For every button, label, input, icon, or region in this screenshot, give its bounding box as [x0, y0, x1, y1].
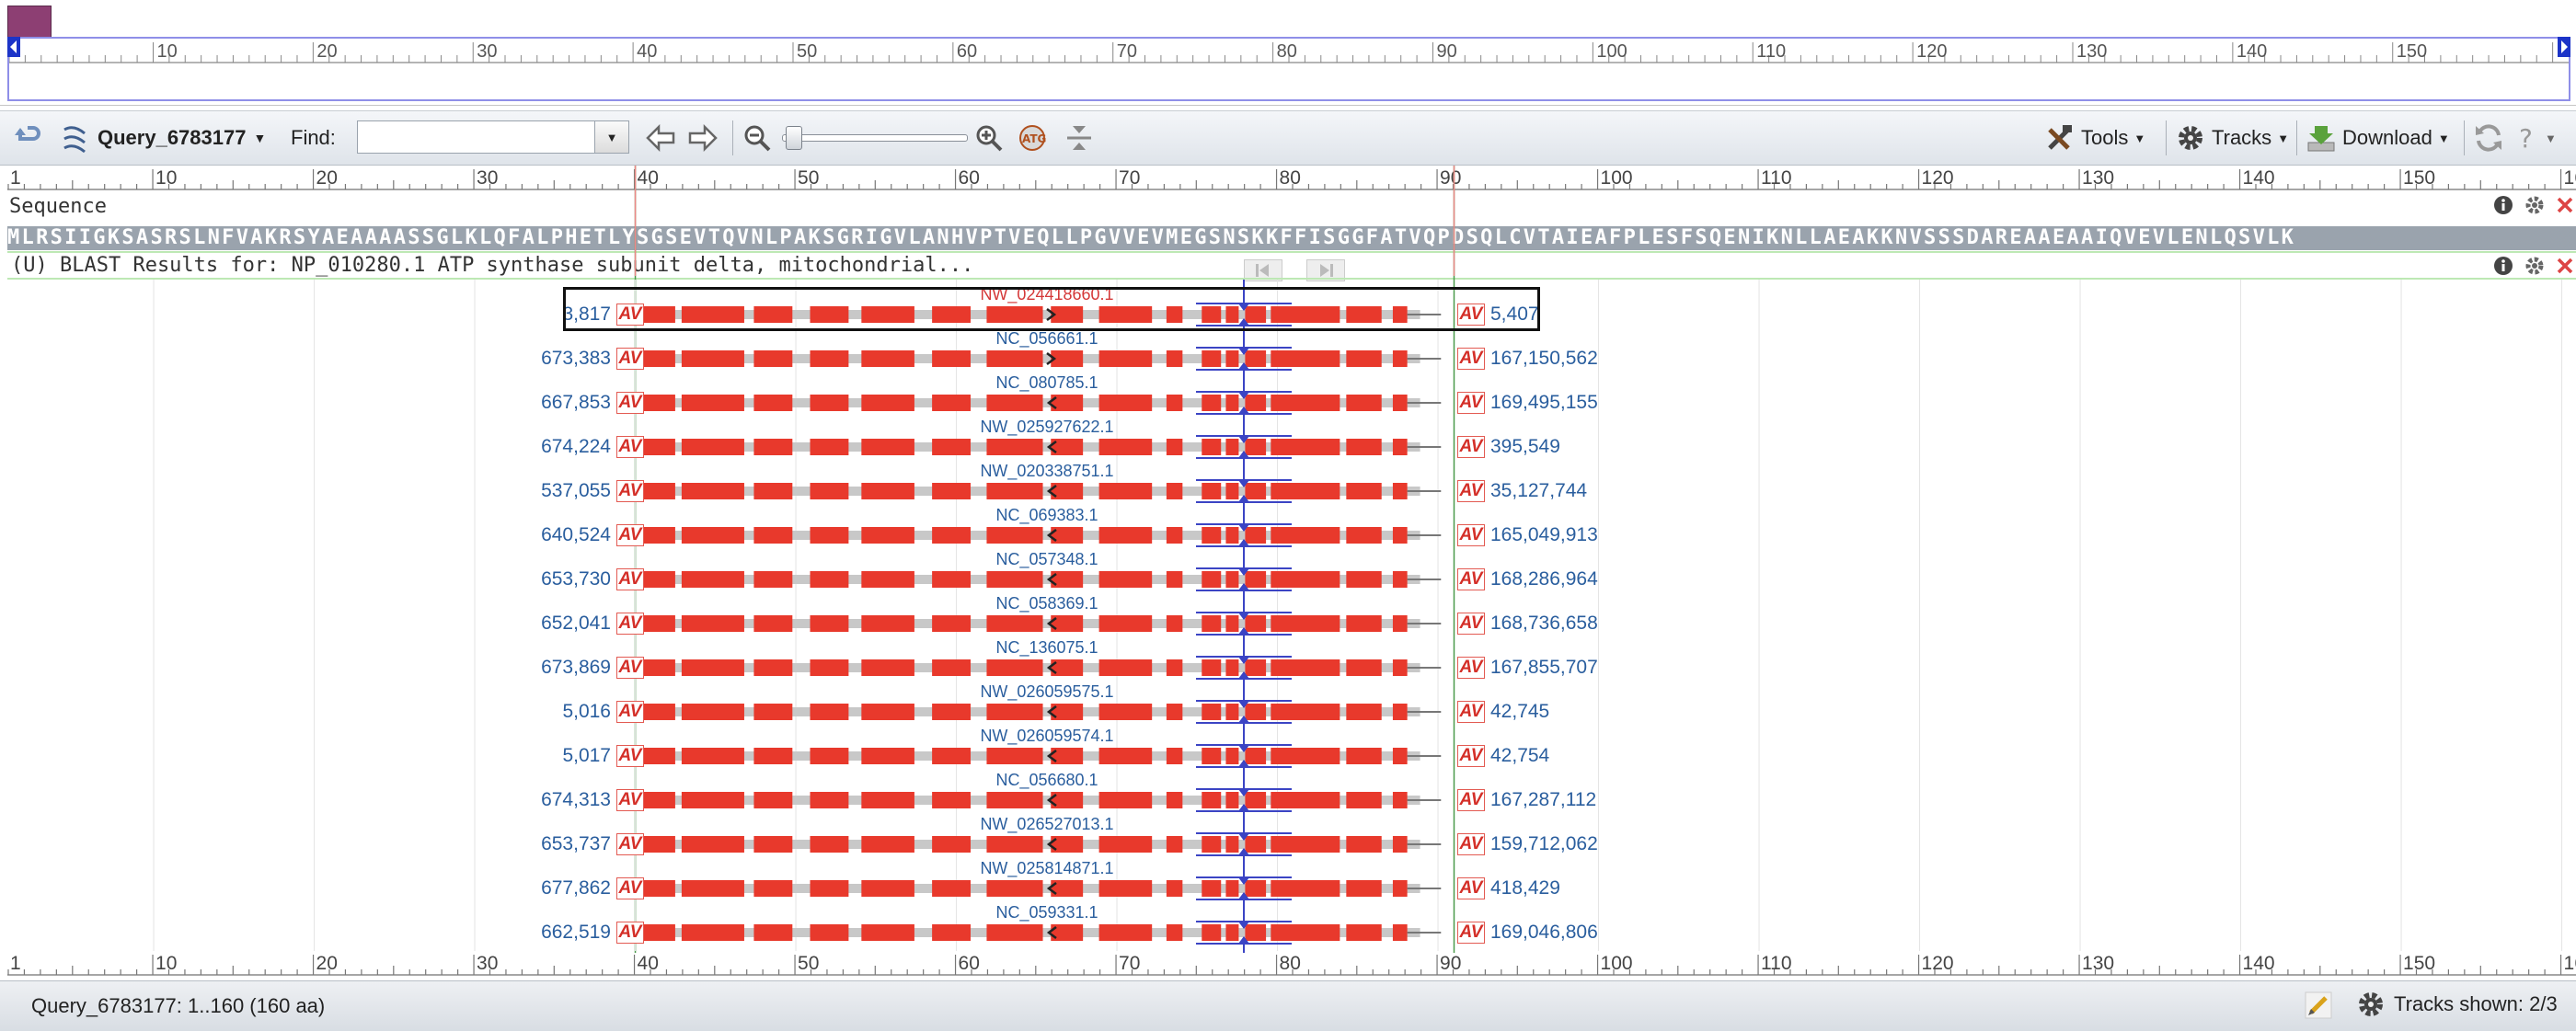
alignment-view-icon[interactable]: AV: [1457, 745, 1485, 767]
hit-end-coord: 168,736,658: [1490, 613, 1598, 634]
tracks-shown-control[interactable]: Tracks shown: 2/3: [2355, 989, 2558, 1020]
hit-name-label[interactable]: NW_020338751.1: [909, 462, 1185, 481]
hit-end-coord: 35,127,744: [1490, 480, 1588, 501]
ruler-tick-label: 30: [477, 953, 498, 974]
alignment-view-icon[interactable]: AV: [616, 877, 644, 899]
hit-start-coord: 662,519: [541, 922, 611, 943]
hit-start-coord: 674,313: [541, 789, 611, 810]
hit-end-coord: 167,150,562: [1490, 348, 1598, 369]
hit-name-label[interactable]: NC_056661.1: [909, 329, 1185, 349]
alignment-view-icon[interactable]: AV: [616, 392, 644, 414]
alignment-view-icon[interactable]: AV: [616, 745, 644, 767]
ruler-tick-label: 20: [316, 953, 338, 974]
hit-start-coord: 677,862: [541, 877, 611, 899]
alignment-view-icon[interactable]: AV: [616, 833, 644, 855]
ruler-tick-label: 90: [1440, 953, 1461, 974]
ruler-tick-label: 1: [10, 953, 21, 974]
hit-end-coord: 169,495,155: [1490, 392, 1598, 413]
alignment-view-icon[interactable]: AV: [1457, 613, 1485, 635]
alignment-view-icon[interactable]: AV: [1457, 524, 1485, 546]
alignment-view-icon[interactable]: AV: [616, 789, 644, 811]
ruler-tick-label: 110: [1761, 953, 1791, 974]
ruler-tick-label: 80: [1280, 953, 1301, 974]
alignment-view-icon[interactable]: AV: [1457, 789, 1485, 811]
alignment-view-icon[interactable]: AV: [1457, 480, 1485, 502]
hit-name-label[interactable]: NC_059331.1: [909, 903, 1185, 922]
alignment-view-icon[interactable]: AV: [1457, 436, 1485, 458]
hit-end-coord: 169,046,806: [1490, 922, 1598, 943]
hit-name-label[interactable]: NC_069383.1: [909, 506, 1185, 525]
hit-start-coord: 673,383: [541, 348, 611, 369]
bottom-ruler: 1102030405060708090100110120130140150160: [7, 951, 2576, 979]
alignment-view-icon[interactable]: AV: [1457, 833, 1485, 855]
status-bar: Query_6783177: 1..160 (160 aa) Tracks sh…: [0, 980, 2576, 1031]
alignment-view-icon[interactable]: AV: [1457, 922, 1485, 944]
hit-end-coord: 167,287,112: [1490, 789, 1597, 810]
hit-end-coord: 42,754: [1490, 745, 1550, 766]
alignment-view-icon[interactable]: AV: [1457, 657, 1485, 679]
alignment-view-icon[interactable]: AV: [616, 922, 644, 944]
hit-start-coord: 5,016: [562, 701, 611, 722]
hit-end-coord: 418,429: [1490, 877, 1560, 899]
alignment-view-icon[interactable]: AV: [616, 568, 644, 590]
hit-name-label[interactable]: NC_058369.1: [909, 594, 1185, 613]
alignment-view-icon[interactable]: AV: [1457, 348, 1485, 370]
hit-end-coord: 168,286,964: [1490, 568, 1598, 590]
alignment-view-icon[interactable]: AV: [616, 613, 644, 635]
ruler-tick-label: 10: [155, 953, 177, 974]
hit-name-label[interactable]: NW_025927622.1: [909, 418, 1185, 437]
hit-start-coord: 674,224: [541, 436, 611, 457]
selected-hit-highlight: [563, 287, 1540, 331]
hit-start-coord: 640,524: [541, 524, 611, 545]
ruler-tick-label: 70: [1119, 953, 1140, 974]
alignment-view-icon[interactable]: AV: [616, 657, 644, 679]
range-status: Query_6783177: 1..160 (160 aa): [31, 994, 326, 1017]
hit-name-label[interactable]: NW_025814871.1: [909, 859, 1185, 878]
hit-name-label[interactable]: NC_056680.1: [909, 771, 1185, 790]
ruler-tick-label: 100: [1601, 953, 1633, 974]
alignment-view-icon[interactable]: AV: [616, 480, 644, 502]
hit-start-coord: 652,041: [541, 613, 611, 634]
hit-name-label[interactable]: NW_026059574.1: [909, 727, 1185, 746]
hit-start-coord: 537,055: [541, 480, 611, 501]
hit-name-label[interactable]: NW_026527013.1: [909, 815, 1185, 834]
ruler-tick-label: 130: [2082, 953, 2114, 974]
hit-end-coord: 165,049,913: [1490, 524, 1598, 545]
alignment-view-icon[interactable]: AV: [616, 436, 644, 458]
ruler-tick-label: 140: [2243, 953, 2275, 974]
ruler-tick-label: 160: [2564, 953, 2576, 974]
hit-start-coord: 667,853: [541, 392, 611, 413]
alignment-view-icon[interactable]: AV: [616, 524, 644, 546]
hit-start-coord: 673,869: [541, 657, 611, 678]
ruler-tick-label: 50: [798, 953, 819, 974]
tracks-shown-label: Tracks shown: 2/3: [2394, 992, 2558, 1015]
hit-name-label[interactable]: NC_057348.1: [909, 550, 1185, 569]
alignment-view-icon[interactable]: AV: [616, 348, 644, 370]
ruler-tick-label: 120: [1922, 953, 1954, 974]
alignment-view-icon[interactable]: AV: [1457, 701, 1485, 723]
gear-icon: [2359, 992, 2383, 1016]
hit-name-label[interactable]: NC_080785.1: [909, 373, 1185, 393]
ruler-tick-label: 60: [959, 953, 980, 974]
ruler-tick-label: 150: [2403, 953, 2435, 974]
hit-name-label[interactable]: NW_026059575.1: [909, 682, 1185, 702]
hit-start-coord: 5,017: [562, 745, 611, 766]
hit-end-coord: 159,712,062: [1490, 833, 1598, 854]
alignment-view-icon[interactable]: AV: [616, 701, 644, 723]
hit-end-coord: 167,855,707: [1490, 657, 1598, 678]
blast-hits-labels: NW_024418660.1 3,817 5,407 AV AV NC_056661.1 6…: [0, 0, 2576, 975]
alignment-view-icon[interactable]: AV: [1457, 568, 1485, 590]
ruler-tick-label: 40: [638, 953, 659, 974]
edit-button[interactable]: [2304, 991, 2333, 1025]
hit-end-coord: 395,549: [1490, 436, 1560, 457]
pencil-icon: [2305, 991, 2332, 1019]
hit-start-coord: 653,737: [541, 833, 611, 854]
hit-name-label[interactable]: NC_136075.1: [909, 638, 1185, 658]
hit-start-coord: 653,730: [541, 568, 611, 590]
hit-end-coord: 42,745: [1490, 701, 1550, 722]
alignment-view-icon[interactable]: AV: [1457, 877, 1485, 899]
alignment-view-icon[interactable]: AV: [1457, 392, 1485, 414]
